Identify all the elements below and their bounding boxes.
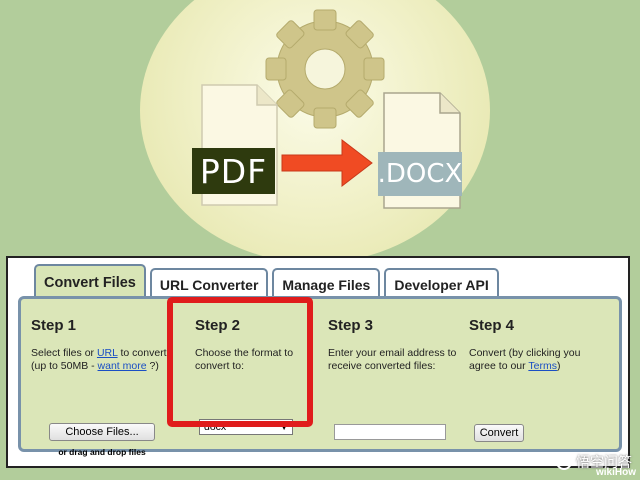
want-more-link[interactable]: want more <box>98 360 147 372</box>
arrow-right-icon <box>281 138 373 188</box>
step-3: Step 3 Enter your email address to recei… <box>328 317 460 373</box>
step-3-description: Enter your email address to receive conv… <box>328 347 457 372</box>
gear-icon <box>265 9 385 129</box>
step-1-title: Step 1 <box>31 317 77 334</box>
step-1-text-after: ?) <box>146 360 159 372</box>
tab-convert-files[interactable]: Convert Files <box>34 264 146 300</box>
email-field[interactable] <box>334 424 446 440</box>
step-3-title: Step 3 <box>328 317 374 334</box>
step-2-highlight-box <box>167 297 313 427</box>
url-link[interactable]: URL <box>97 347 118 359</box>
step-1: Step 1 Select files or URL to convert (u… <box>31 317 171 373</box>
tab-bar: Convert Files URL Converter Manage Files… <box>34 264 499 300</box>
step-4-title: Step 4 <box>469 317 515 334</box>
step-1-text: Select files or <box>31 347 97 359</box>
terms-link[interactable]: Terms <box>528 360 557 372</box>
watermark-icon <box>556 454 572 470</box>
step-1-description: Select files or URL to convert (up to 50… <box>31 347 171 373</box>
step-4-description: Convert (by clicking you agree to our Te… <box>469 347 599 373</box>
choose-files-button[interactable]: Choose Files... <box>49 423 155 441</box>
step-4-text: Convert (by clicking you agree to our <box>469 347 581 372</box>
converter-panel: Convert Files URL Converter Manage Files… <box>6 256 630 468</box>
drag-drop-text: or drag and drop files <box>58 447 146 457</box>
convert-files-content: Step 1 Select files or URL to convert (u… <box>18 296 622 457</box>
wikihow-logo: wikiHow <box>595 467 636 478</box>
step-4: Step 4 Convert (by clicking you agree to… <box>469 317 599 373</box>
conversion-illustration <box>201 9 461 209</box>
step-4-text-after: ) <box>556 360 561 372</box>
docx-label: .DOCX <box>378 152 462 196</box>
pdf-label: PDF <box>192 148 275 194</box>
convert-button[interactable]: Convert <box>474 424 524 442</box>
